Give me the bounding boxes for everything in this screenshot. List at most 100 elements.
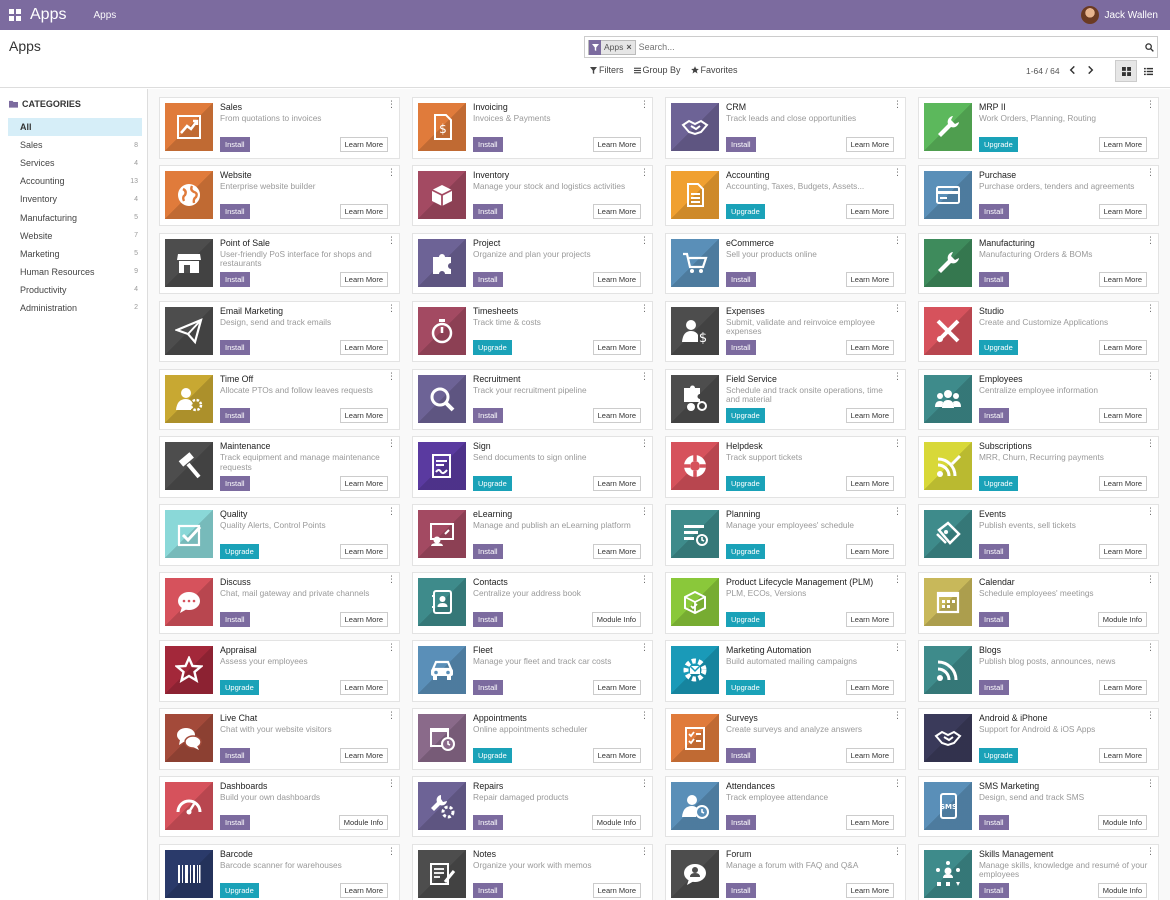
learn-more-button[interactable]: Learn More [1098, 272, 1147, 288]
upgrade-button[interactable]: Upgrade [473, 475, 512, 491]
more-options-icon[interactable]: ⋮ [387, 235, 396, 245]
upgrade-button[interactable]: Upgrade [726, 543, 765, 559]
install-button[interactable]: Install [220, 815, 250, 831]
more-options-icon[interactable]: ⋮ [640, 711, 649, 720]
more-options-icon[interactable]: ⋮ [1146, 371, 1155, 381]
learn-more-button[interactable]: Learn More [1098, 543, 1147, 559]
install-button[interactable]: Install [726, 340, 756, 356]
category-item-services[interactable]: Services 4 [8, 154, 142, 172]
install-button[interactable]: Install [979, 204, 1009, 220]
app-card[interactable]: Dashboards Build your own dashboards ⋮ Inst… [159, 775, 400, 838]
more-options-icon[interactable]: ⋮ [640, 507, 649, 516]
learn-more-button[interactable]: Learn More [845, 475, 894, 491]
install-button[interactable]: Install [726, 272, 756, 288]
more-options-icon[interactable]: ⋮ [893, 371, 902, 381]
app-card[interactable]: Helpdesk Track support tickets ⋮ Upgrade Lea… [665, 436, 906, 498]
install-button[interactable]: Install [979, 883, 1009, 899]
app-card[interactable]: Recruitment Track your recruitment pipeli… [412, 368, 653, 431]
upgrade-button[interactable]: Upgrade [726, 408, 765, 424]
learn-more-button[interactable]: Learn More [845, 204, 894, 220]
app-card[interactable]: Manufacturing Manufacturing Orders & BOMs… [918, 232, 1159, 295]
app-card[interactable]: Purchase Purchase orders, tenders and agr… [918, 164, 1159, 227]
group-by-button[interactable]: Group By [633, 65, 681, 75]
app-card[interactable]: Email Marketing Design, send and track em… [159, 300, 400, 363]
install-button[interactable]: Install [473, 679, 503, 695]
app-card[interactable]: Sales From quotations to invoices ⋮ Install… [159, 97, 400, 159]
app-card[interactable]: Planning Manage your employees' schedule ⋮… [665, 504, 906, 566]
upgrade-button[interactable]: Upgrade [979, 340, 1018, 356]
more-options-icon[interactable]: ⋮ [640, 235, 649, 245]
learn-more-button[interactable]: Learn More [339, 883, 388, 899]
install-button[interactable]: Install [979, 815, 1009, 831]
more-options-icon[interactable]: ⋮ [640, 439, 649, 448]
module-info-button[interactable]: Module Info [591, 815, 641, 831]
install-button[interactable]: Install [220, 136, 250, 152]
learn-more-button[interactable]: Learn More [339, 747, 388, 763]
learn-more-button[interactable]: Learn More [339, 136, 388, 152]
more-options-icon[interactable]: ⋮ [1146, 507, 1155, 516]
module-info-button[interactable]: Module Info [338, 815, 388, 831]
learn-more-button[interactable]: Learn More [339, 475, 388, 491]
more-options-icon[interactable]: ⋮ [387, 846, 396, 856]
more-options-icon[interactable]: ⋮ [387, 167, 396, 177]
list-view-button[interactable] [1137, 60, 1159, 82]
learn-more-button[interactable]: Learn More [592, 408, 641, 424]
app-card[interactable]: Quality Quality Alerts, Control Points ⋮ Up… [159, 504, 400, 566]
upgrade-button[interactable]: Upgrade [220, 679, 259, 695]
more-options-icon[interactable]: ⋮ [387, 711, 396, 720]
upgrade-button[interactable]: Upgrade [979, 136, 1018, 152]
upgrade-button[interactable]: Upgrade [220, 883, 259, 899]
app-card[interactable]: Appointments Online appointments schedule… [412, 708, 653, 770]
more-options-icon[interactable]: ⋮ [387, 303, 396, 313]
more-options-icon[interactable]: ⋮ [1146, 643, 1155, 652]
learn-more-button[interactable]: Learn More [592, 272, 641, 288]
app-card[interactable]: Surveys Create surveys and analyze answer… [665, 708, 906, 770]
install-button[interactable]: Install [220, 475, 250, 491]
learn-more-button[interactable]: Learn More [845, 543, 894, 559]
more-options-icon[interactable]: ⋮ [640, 846, 649, 856]
learn-more-button[interactable]: Learn More [339, 204, 388, 220]
app-card[interactable]: Field Service Schedule and track onsite o… [665, 368, 906, 431]
more-options-icon[interactable]: ⋮ [640, 778, 649, 788]
search-input[interactable] [638, 42, 1141, 52]
learn-more-button[interactable]: Learn More [845, 340, 894, 356]
facet-remove-icon[interactable]: × [626, 42, 634, 52]
install-button[interactable]: Install [473, 204, 503, 220]
more-options-icon[interactable]: ⋮ [1146, 439, 1155, 448]
install-button[interactable]: Install [220, 272, 250, 288]
learn-more-button[interactable]: Learn More [845, 679, 894, 695]
more-options-icon[interactable]: ⋮ [893, 303, 902, 313]
app-card[interactable]: Live Chat Chat with your website visitors… [159, 708, 400, 770]
more-options-icon[interactable]: ⋮ [1146, 846, 1155, 856]
app-card[interactable]: Attendances Track employee attendance ⋮ Ins… [665, 775, 906, 838]
app-card[interactable]: $ Invoicing Invoices & Payments ⋮ Install Lea… [412, 97, 653, 159]
upgrade-button[interactable]: Upgrade [473, 747, 512, 763]
upgrade-button[interactable]: Upgrade [726, 679, 765, 695]
install-button[interactable]: Install [473, 883, 503, 899]
user-menu[interactable]: Jack Wallen [1081, 0, 1158, 30]
app-card[interactable]: Timesheets Track time & costs ⋮ Upgrade Lear… [412, 300, 653, 363]
app-card[interactable]: eCommerce Sell your products online ⋮ Insta… [665, 232, 906, 295]
chevron-left-icon[interactable] [1068, 64, 1077, 78]
more-options-icon[interactable]: ⋮ [640, 371, 649, 381]
learn-more-button[interactable]: Learn More [592, 679, 641, 695]
kanban-view-button[interactable] [1115, 60, 1137, 82]
more-options-icon[interactable]: ⋮ [387, 643, 396, 652]
install-button[interactable]: Install [473, 408, 503, 424]
learn-more-button[interactable]: Learn More [1098, 408, 1147, 424]
more-options-icon[interactable]: ⋮ [893, 167, 902, 177]
install-button[interactable]: Install [726, 815, 756, 831]
app-card[interactable]: Discuss Chat, mail gateway and private ch… [159, 572, 400, 634]
learn-more-button[interactable]: Learn More [339, 679, 388, 695]
more-options-icon[interactable]: ⋮ [387, 439, 396, 448]
more-options-icon[interactable]: ⋮ [1146, 778, 1155, 788]
install-button[interactable]: Install [979, 679, 1009, 695]
more-options-icon[interactable]: ⋮ [1146, 235, 1155, 245]
more-options-icon[interactable]: ⋮ [1146, 575, 1155, 584]
upgrade-button[interactable]: Upgrade [726, 475, 765, 491]
app-card[interactable]: Studio Create and Customize Applications ⋮… [918, 300, 1159, 363]
app-card[interactable]: Fleet Manage your fleet and track car cos… [412, 640, 653, 702]
app-card[interactable]: Inventory Manage your stock and logistics… [412, 164, 653, 227]
more-options-icon[interactable]: ⋮ [640, 303, 649, 313]
app-card[interactable]: Notes Organize your work with memos ⋮ Insta… [412, 843, 653, 900]
